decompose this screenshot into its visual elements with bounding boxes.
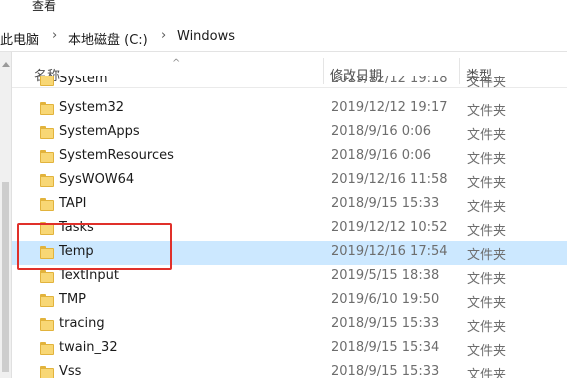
item-name: SysWOW64 <box>59 172 135 187</box>
folder-icon <box>40 342 54 356</box>
list-item[interactable]: System32 2019/12/12 19:17 文件夹 <box>12 97 567 121</box>
item-name: System32 <box>59 100 125 115</box>
scrollbar-thumb[interactable] <box>2 182 9 372</box>
item-name: TextInput <box>59 268 119 283</box>
menu-view[interactable]: 查看 <box>32 0 56 14</box>
item-date: 2019/12/16 11:58 <box>331 172 448 187</box>
item-type: 文件夹 <box>467 368 507 378</box>
list-item[interactable]: SystemResources 2018/9/16 0:06 文件夹 <box>12 145 567 169</box>
list-item[interactable]: SystemApps 2018/9/16 0:06 文件夹 <box>12 121 567 145</box>
item-date: 2018/9/15 15:33 <box>331 316 440 331</box>
breadcrumb-separator: › <box>161 28 167 43</box>
item-name: tracing <box>59 316 105 331</box>
item-name: System <box>59 76 108 86</box>
item-type: 文件夹 <box>467 104 507 119</box>
item-date: 2019/6/10 19:50 <box>331 292 440 307</box>
item-date: 2018/9/16 0:06 <box>331 148 431 163</box>
item-type: 文件夹 <box>467 248 507 263</box>
item-type: 文件夹 <box>467 128 507 143</box>
item-name: Temp <box>59 244 94 259</box>
ribbon-menu-row: 查看 <box>0 0 567 16</box>
item-name: TMP <box>59 292 86 307</box>
item-type: 文件夹 <box>467 272 507 287</box>
scroll-up-icon[interactable] <box>2 62 10 67</box>
item-date: 2019/12/12 19:17 <box>331 100 448 115</box>
item-date: 2018/9/15 15:34 <box>331 340 440 355</box>
item-date: 2018/9/15 15:33 <box>331 364 440 378</box>
list-item[interactable]: TextInput 2019/5/15 18:38 文件夹 <box>12 265 567 289</box>
breadcrumb-windows[interactable]: Windows <box>177 29 235 44</box>
item-date: 2019/12/16 17:54 <box>331 244 448 259</box>
item-type: 文件夹 <box>467 176 507 191</box>
list-item[interactable]: Vss 2018/9/15 15:33 文件夹 <box>12 361 567 378</box>
item-type: 文件夹 <box>467 152 507 167</box>
item-type: 文件夹 <box>467 76 507 90</box>
item-type: 文件夹 <box>467 344 507 359</box>
breadcrumb-local-disk[interactable]: 本地磁盘 (C:) <box>68 29 148 48</box>
list-item[interactable]: TMP 2019/6/10 19:50 文件夹 <box>12 289 567 313</box>
item-type: 文件夹 <box>467 224 507 239</box>
list-item[interactable]: Tasks 2019/12/12 10:52 文件夹 <box>12 217 567 241</box>
folder-icon <box>40 102 54 116</box>
item-name: SystemResources <box>59 148 174 163</box>
item-date: 2018/9/16 0:06 <box>331 124 431 139</box>
item-name: SystemApps <box>59 124 140 139</box>
breadcrumb-this-pc[interactable]: 此电脑 <box>0 29 39 48</box>
item-name: Vss <box>59 364 82 378</box>
folder-icon <box>40 366 54 378</box>
folder-icon <box>40 150 54 164</box>
list-item-selected[interactable]: Temp 2019/12/16 17:54 文件夹 <box>12 241 567 265</box>
navigation-pane-scrollbar[interactable] <box>0 52 12 378</box>
item-date: 2019/12/12 10:52 <box>331 220 448 235</box>
item-date: 2018/9/15 15:33 <box>331 196 440 211</box>
item-name: TAPI <box>59 196 87 211</box>
item-type: 文件夹 <box>467 296 507 311</box>
file-list: System 2019/12/12 19:18 文件夹 System32 201… <box>12 76 567 378</box>
folder-icon <box>40 246 54 260</box>
list-item[interactable]: tracing 2018/9/15 15:33 文件夹 <box>12 313 567 337</box>
address-bar[interactable]: 此电脑 › 本地磁盘 (C:) › Windows <box>0 22 567 52</box>
item-name: Tasks <box>59 220 94 235</box>
list-item[interactable]: TAPI 2018/9/15 15:33 文件夹 <box>12 193 567 217</box>
sort-up-icon: ^ <box>172 58 181 69</box>
folder-icon <box>40 76 54 87</box>
item-date: 2019/12/12 19:18 <box>331 76 448 86</box>
folder-icon <box>40 174 54 188</box>
list-item[interactable]: System 2019/12/12 19:18 文件夹 <box>12 76 567 92</box>
item-name: twain_32 <box>59 340 118 355</box>
list-item[interactable]: SysWOW64 2019/12/16 11:58 文件夹 <box>12 169 567 193</box>
folder-icon <box>40 270 54 284</box>
item-date: 2019/5/15 18:38 <box>331 268 440 283</box>
folder-icon <box>40 294 54 308</box>
folder-icon <box>40 318 54 332</box>
folder-icon <box>40 222 54 236</box>
breadcrumb-separator: › <box>52 28 58 43</box>
folder-icon <box>40 198 54 212</box>
list-item[interactable]: twain_32 2018/9/15 15:34 文件夹 <box>12 337 567 361</box>
folder-icon <box>40 126 54 140</box>
item-type: 文件夹 <box>467 320 507 335</box>
item-type: 文件夹 <box>467 200 507 215</box>
